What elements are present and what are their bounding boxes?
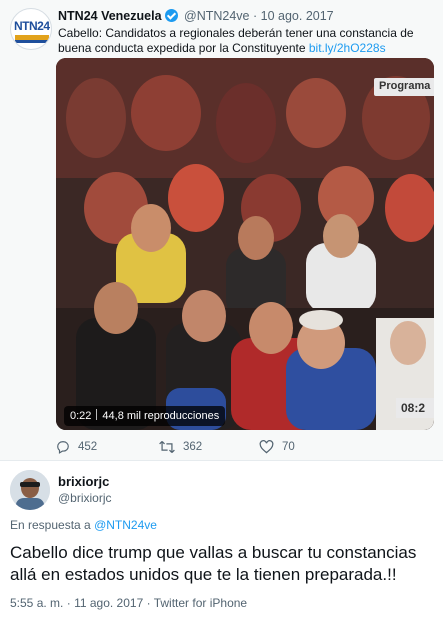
in-reply-prefix: En respuesta a — [10, 518, 91, 532]
like-count: 70 — [282, 441, 295, 453]
verified-badge-icon — [164, 9, 178, 22]
like-action[interactable]: 70 — [259, 440, 295, 454]
quoted-tweet-date[interactable]: 10 ago. 2017 — [261, 9, 334, 23]
reply-action[interactable]: 452 — [56, 440, 97, 454]
reply-author-name[interactable]: brixiorjc — [58, 474, 109, 489]
video-views: 44,8 mil reproducciones — [102, 410, 220, 422]
video-player[interactable]: Programa 08:2 0:22 44,8 mil reproduccione… — [56, 58, 434, 430]
retweet-icon — [159, 441, 175, 453]
quoted-tweet-link[interactable]: bit.ly/2hO228s — [309, 41, 386, 55]
quoted-author-handle[interactable]: @NTN24ve — [184, 9, 250, 23]
avatar-photo — [10, 470, 50, 510]
reply-time[interactable]: 5:55 a. m. — [10, 596, 63, 610]
quoted-author-name[interactable]: NTN24 Venezuela — [58, 9, 162, 23]
reply-author-handle[interactable]: @brixiorjc — [58, 491, 112, 505]
reply-source[interactable]: Twitter for iPhone — [154, 596, 247, 610]
quoted-tweet-text: Cabello: Candidatos a regionales deberán… — [58, 26, 433, 56]
video-stats-badge: 0:22 44,8 mil reproducciones — [64, 406, 226, 426]
avatar-logo-text: NTN24 — [14, 19, 50, 33]
retweet-count: 362 — [183, 441, 203, 453]
header-separator: · — [252, 9, 258, 23]
reply-tweet-meta: 5:55 a. m. · 11 ago. 2017 · Twitter for … — [10, 596, 247, 610]
meta-separator-2: · — [146, 596, 151, 610]
reply-date[interactable]: 11 ago. 2017 — [74, 596, 143, 610]
section-divider — [0, 460, 443, 461]
avatar-logo-bar-blue — [15, 40, 49, 43]
video-overlay-program-label: Programa — [374, 78, 434, 96]
ntn24-avatar[interactable]: NTN24 — [10, 8, 52, 50]
retweet-action[interactable]: 362 — [159, 440, 202, 454]
reply-tweet-text: Cabello dice trump que vallas a buscar t… — [10, 543, 417, 584]
in-reply-mention[interactable]: @NTN24ve — [94, 518, 157, 532]
video-overlay-counter: 08:2 — [396, 398, 434, 418]
brixiorjc-avatar[interactable] — [10, 470, 50, 510]
video-time: 0:22 — [70, 410, 92, 422]
video-frame-crowd — [56, 58, 434, 430]
like-icon — [259, 440, 274, 454]
quoted-tweet[interactable]: NTN24 NTN24 Venezuela @NTN24ve · 10 ago.… — [0, 0, 443, 460]
video-stats-separator — [96, 409, 98, 420]
in-reply-to: En respuesta a @NTN24ve — [10, 518, 157, 532]
meta-separator-1: · — [66, 596, 71, 610]
reply-icon — [57, 441, 69, 454]
quoted-tweet-header: NTN24 Venezuela @NTN24ve · 10 ago. 2017 — [58, 9, 334, 23]
reply-count: 452 — [78, 441, 98, 453]
